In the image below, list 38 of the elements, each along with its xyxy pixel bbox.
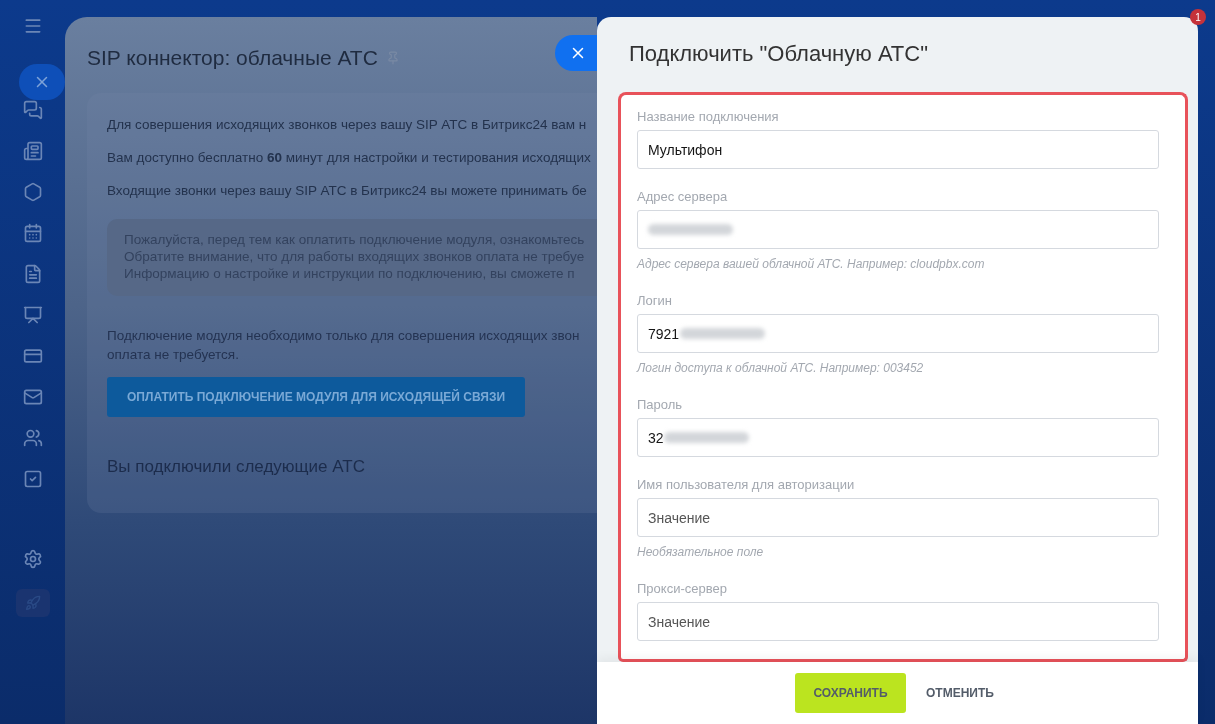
intro-text: Для совершения исходящих звонков через вашу SIP АТС в Битрикс24 вам н <box>107 116 588 134</box>
mail-icon[interactable] <box>22 387 43 407</box>
input-field[interactable]: Значение <box>637 602 1159 641</box>
input-field[interactable]: Мультифон <box>637 130 1159 169</box>
page-title: SIP коннектор: облачные АТС <box>87 46 378 70</box>
field-label: Прокси-сервер <box>637 581 728 596</box>
calendar-icon[interactable] <box>22 223 43 243</box>
input-field[interactable]: 7921 <box>637 314 1159 353</box>
close-button[interactable] <box>555 35 597 71</box>
intro-text: Входящие звонки через вашу SIP АТС в Битрикс24 вы можете принимать бе <box>107 182 588 200</box>
field-label: Адрес сервера <box>637 189 729 204</box>
module-text: Подключение модуля необходимо только для совершения исходящих звон <box>107 327 581 345</box>
field-hint: Необязательное поле <box>637 545 765 559</box>
news-icon[interactable] <box>22 141 43 161</box>
slider-title: Подключить "Облачную АТС" <box>628 40 929 68</box>
save-button[interactable]: СОХРАНИТЬ <box>795 673 907 713</box>
input-field[interactable]: 32 <box>637 418 1159 457</box>
field-label: Пароль <box>637 397 684 412</box>
field-label: Логин <box>637 293 673 308</box>
checkbox-icon[interactable] <box>22 469 43 489</box>
close-button[interactable] <box>18 64 65 100</box>
notification-badge[interactable]: 1 <box>1190 9 1206 25</box>
field-label: Название подключения <box>637 109 780 124</box>
module-text: оплата не требуется. <box>107 346 240 364</box>
intro-text: Вам доступно бесплатно 60 минут для настройки и тестирования исходящих <box>107 149 592 167</box>
users-icon[interactable] <box>22 428 43 448</box>
field-hint: Адрес сервера вашей облачной АТС. Например: cloudpbx.com <box>637 257 986 271</box>
cancel-button[interactable]: ОТМЕНИТЬ <box>920 686 1000 700</box>
input-field[interactable]: Значение <box>637 498 1159 537</box>
connected-heading: Вы подключили следующие АТС <box>107 457 366 477</box>
settings-icon[interactable] <box>22 549 43 569</box>
presentation-icon[interactable] <box>22 305 43 325</box>
field-label: Имя пользователя для авторизации <box>637 477 856 492</box>
card-icon[interactable] <box>22 346 43 366</box>
chat-icon[interactable] <box>22 100 43 120</box>
hexagon-icon[interactable] <box>22 182 43 202</box>
input-field[interactable] <box>637 210 1159 249</box>
field-hint: Логин доступа к облачной АТС. Например: 003452 <box>637 361 925 375</box>
